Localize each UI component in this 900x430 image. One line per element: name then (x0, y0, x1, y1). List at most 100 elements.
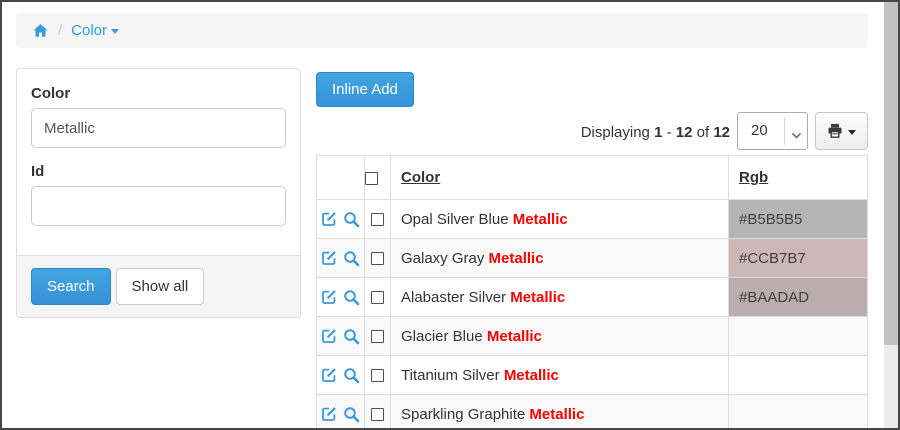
sort-color-header[interactable]: Color (401, 169, 440, 186)
edit-icon[interactable] (321, 211, 337, 227)
row-checkbox-cell (365, 356, 391, 395)
chevron-down-icon (848, 130, 856, 135)
row-checkbox-cell (365, 395, 391, 430)
print-button[interactable] (815, 112, 868, 150)
row-color-cell: Sparkling Graphite Metallic (391, 395, 729, 430)
magnifier-icon[interactable] (343, 367, 360, 384)
chevron-down-icon (791, 127, 802, 144)
row-checkbox-cell (365, 317, 391, 356)
edit-icon[interactable] (321, 406, 337, 422)
row-actions-cell (317, 356, 365, 395)
edit-icon[interactable] (321, 289, 337, 305)
breadcrumb: / Color (16, 13, 868, 48)
select-divider (784, 117, 785, 145)
magnifier-icon[interactable] (343, 328, 360, 345)
filter-panel-footer: Search Show all (17, 255, 300, 317)
color-filter-label: Color (31, 85, 286, 102)
page-size-select[interactable]: 20 (737, 112, 808, 150)
magnifier-icon[interactable] (343, 211, 360, 228)
row-highlight: Metallic (489, 250, 544, 267)
table-body: Opal Silver Blue Metallic #B5B5B5 (317, 200, 868, 430)
row-color-name: Opal Silver Blue (401, 211, 513, 228)
row-color-cell: Alabaster Silver Metallic (391, 278, 729, 317)
results-table: Color Rgb (316, 155, 868, 430)
row-checkbox-cell (365, 239, 391, 278)
select-all-checkbox[interactable] (365, 172, 378, 185)
chevron-down-icon (111, 29, 119, 34)
table-row: Alabaster Silver Metallic #BAADAD (317, 278, 868, 317)
header-rgb-cell: Rgb (729, 156, 868, 200)
row-checkbox[interactable] (371, 213, 384, 226)
row-actions-cell (317, 239, 365, 278)
show-all-button[interactable]: Show all (116, 268, 205, 305)
range-separator: - (667, 124, 672, 141)
breadcrumb-label: Color (71, 22, 107, 39)
row-color-cell: Titanium Silver Metallic (391, 356, 729, 395)
row-checkbox[interactable] (371, 330, 384, 343)
id-filter-label: Id (31, 163, 286, 180)
range-end: 12 (676, 124, 693, 141)
total-count: 12 (713, 124, 730, 141)
table-header-row: Color Rgb (317, 156, 868, 200)
range-start: 1 (654, 124, 662, 141)
displaying-status: Displaying 1 - 12 of 12 (422, 114, 730, 151)
sort-rgb-header[interactable]: Rgb (739, 169, 768, 186)
header-checkbox-cell (365, 156, 391, 200)
table-row: Glacier Blue Metallic (317, 317, 868, 356)
magnifier-icon[interactable] (343, 406, 360, 423)
row-highlight: Metallic (487, 328, 542, 345)
row-checkbox[interactable] (371, 369, 384, 382)
row-rgb-cell: #BAADAD (729, 278, 868, 317)
inline-add-button[interactable]: Inline Add (316, 72, 414, 107)
row-color-name: Glacier Blue (401, 328, 487, 345)
row-rgb-cell: #CCB7B7 (729, 239, 868, 278)
row-actions-cell (317, 278, 365, 317)
edit-icon[interactable] (321, 328, 337, 344)
row-highlight: Metallic (510, 289, 565, 306)
row-color-name: Titanium Silver (401, 367, 504, 384)
home-icon[interactable] (32, 23, 49, 39)
edit-icon[interactable] (321, 250, 337, 266)
printer-icon (827, 123, 843, 139)
row-rgb-cell: #B5B5B5 (729, 200, 868, 239)
row-color-name: Sparkling Graphite (401, 406, 529, 423)
row-color-cell: Opal Silver Blue Metallic (391, 200, 729, 239)
filter-panel: Color Id Search Show all (16, 68, 301, 318)
row-checkbox[interactable] (371, 408, 384, 421)
row-actions-cell (317, 200, 365, 239)
magnifier-icon[interactable] (343, 250, 360, 267)
row-highlight: Metallic (513, 211, 568, 228)
displaying-label: Displaying (581, 124, 650, 141)
row-rgb-cell (729, 356, 868, 395)
edit-icon[interactable] (321, 367, 337, 383)
row-checkbox[interactable] (371, 291, 384, 304)
of-label: of (697, 124, 710, 141)
row-actions-cell (317, 395, 365, 430)
row-rgb-cell (729, 395, 868, 430)
row-checkbox-cell (365, 278, 391, 317)
row-rgb-cell (729, 317, 868, 356)
table-row: Opal Silver Blue Metallic #B5B5B5 (317, 200, 868, 239)
table-row: Sparkling Graphite Metallic (317, 395, 868, 430)
breadcrumb-separator: / (58, 22, 62, 39)
page-size-value: 20 (751, 113, 768, 149)
row-actions-cell (317, 317, 365, 356)
search-button[interactable]: Search (31, 268, 111, 305)
row-color-name: Galaxy Gray (401, 250, 489, 267)
row-color-cell: Glacier Blue Metallic (391, 317, 729, 356)
filter-panel-body: Color Id (17, 69, 300, 257)
row-color-name: Alabaster Silver (401, 289, 510, 306)
color-filter-input[interactable] (31, 108, 286, 148)
scrollbar-thumb[interactable] (884, 2, 898, 345)
vertical-scrollbar[interactable] (884, 2, 898, 428)
row-checkbox-cell (365, 200, 391, 239)
header-actions-cell (317, 156, 365, 200)
breadcrumb-item-color[interactable]: Color (71, 22, 119, 39)
row-color-cell: Galaxy Gray Metallic (391, 239, 729, 278)
header-color-cell: Color (391, 156, 729, 200)
table-row: Galaxy Gray Metallic #CCB7B7 (317, 239, 868, 278)
row-checkbox[interactable] (371, 252, 384, 265)
magnifier-icon[interactable] (343, 289, 360, 306)
table-row: Titanium Silver Metallic (317, 356, 868, 395)
id-filter-input[interactable] (31, 186, 286, 226)
